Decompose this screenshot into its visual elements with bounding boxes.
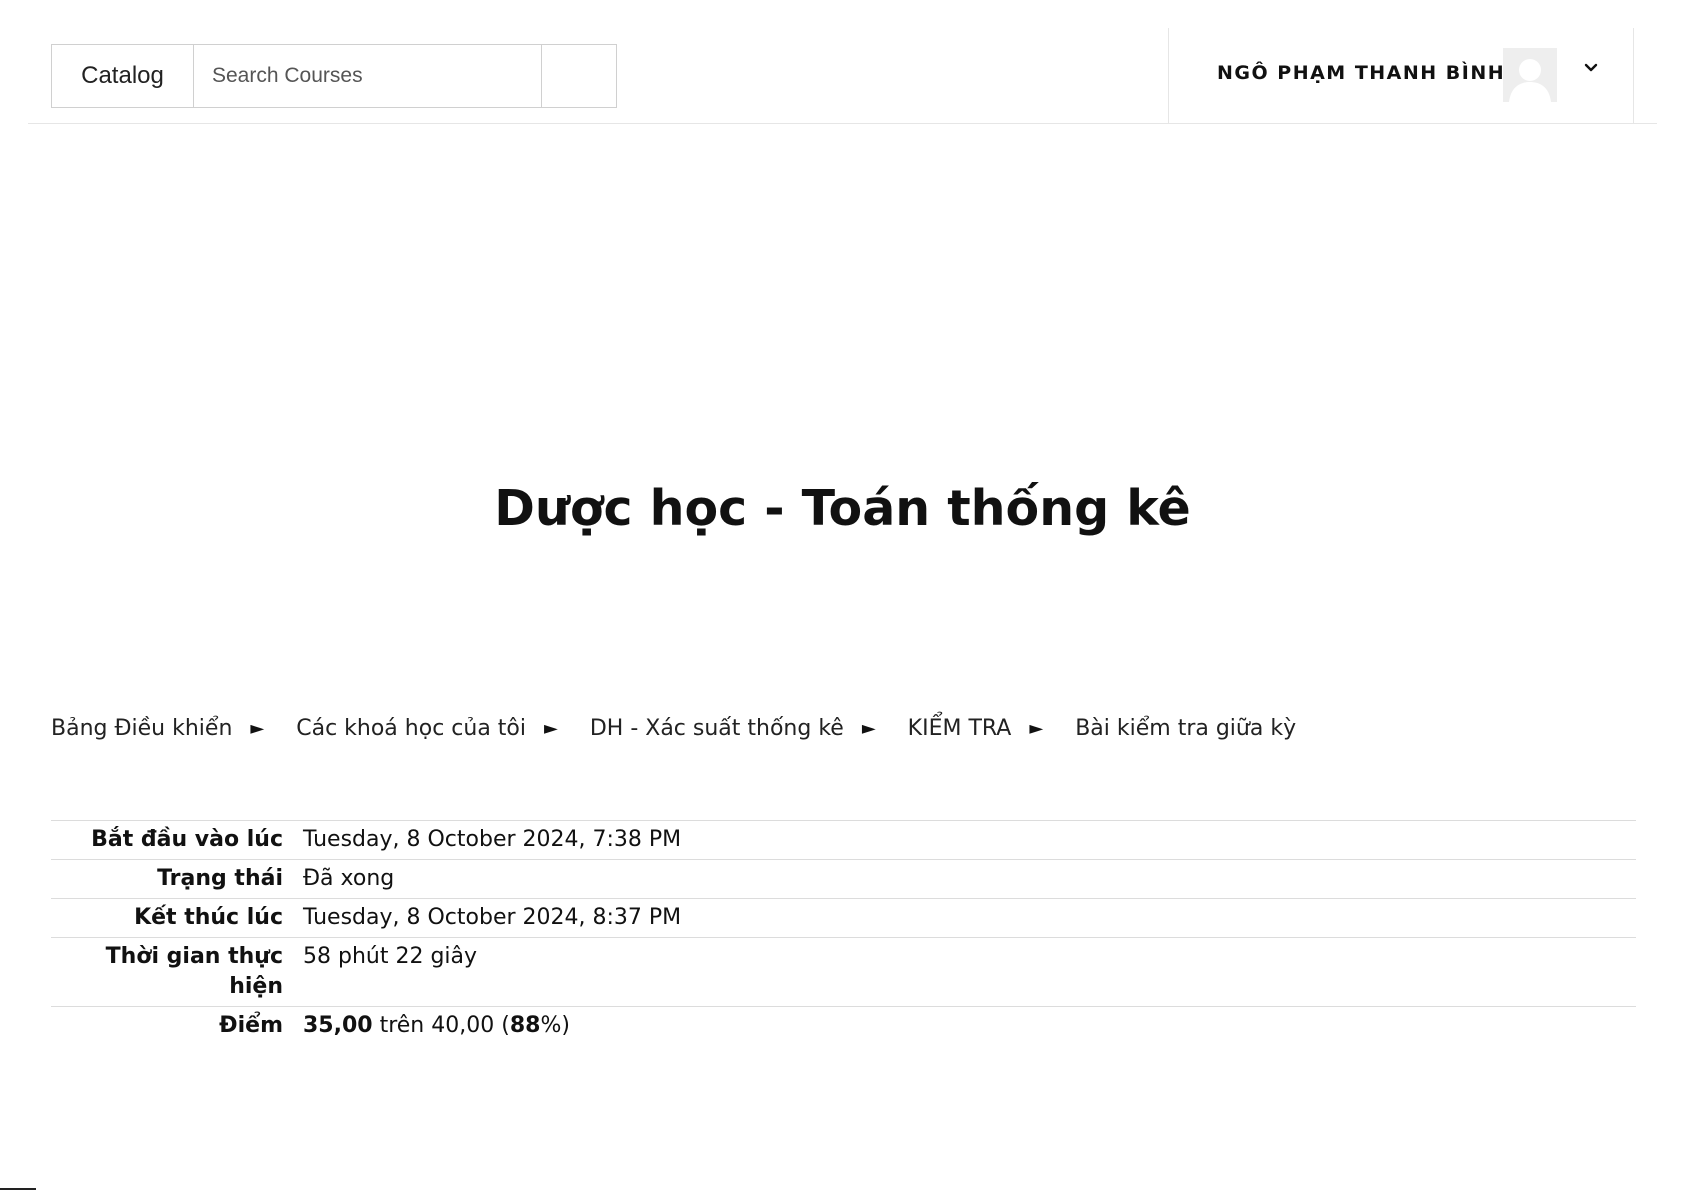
breadcrumb-course[interactable]: DH - Xác suất thống kê [590,716,844,741]
table-row: Thời gian thực hiện 58 phút 22 giây [51,937,1636,1007]
table-row: Trạng thái Đã xong [51,859,1636,899]
grade-score: 35,00 [303,1013,373,1038]
user-name: NGÔ PHẠM THANH BÌNH [1217,62,1506,84]
started-label: Bắt đầu vào lúc [91,827,283,852]
grade-total: trên 40,00 ( [372,1013,510,1038]
time-taken-label: Thời gian thực hiện [105,944,283,999]
time-taken-value: 58 phút 22 giây [303,944,478,969]
completed-value: Tuesday, 8 October 2024, 8:37 PM [303,905,682,930]
table-row: Bắt đầu vào lúc Tuesday, 8 October 2024,… [51,820,1636,860]
course-search-group: Catalog [51,44,617,108]
table-row: Kết thúc lúc Tuesday, 8 October 2024, 8:… [51,898,1636,938]
breadcrumb-section[interactable]: KIỂM TRA [908,716,1012,741]
breadcrumb-separator-icon: ► [250,718,265,739]
started-value: Tuesday, 8 October 2024, 7:38 PM [303,827,682,852]
completed-label: Kết thúc lúc [134,905,283,930]
breadcrumb: Bảng Điều khiển ► Các khoá học của tôi ►… [51,716,1296,741]
state-value: Đã xong [303,866,395,891]
breadcrumb-dashboard[interactable]: Bảng Điều khiển [51,716,232,741]
chevron-down-icon[interactable] [1581,58,1601,78]
catalog-button[interactable]: Catalog [52,45,194,107]
user-menu[interactable]: NGÔ PHẠM THANH BÌNH [1168,28,1634,123]
page-title: Dược học - Toán thống kê [494,480,1191,537]
avatar[interactable] [1503,48,1557,102]
search-submit-button[interactable] [542,45,616,107]
breadcrumb-my-courses[interactable]: Các khoá học của tôi [296,716,526,741]
table-row: Điểm 35,00 trên 40,00 (88%) [51,1006,1636,1046]
grade-value: 35,00 trên 40,00 (88%) [303,1007,1636,1046]
page-edge-divider [0,1188,36,1190]
grade-label: Điểm [219,1013,283,1038]
breadcrumb-separator-icon: ► [861,718,876,739]
breadcrumb-separator-icon: ► [544,718,558,739]
search-courses-input[interactable] [194,45,542,107]
state-label: Trạng thái [157,866,283,891]
attempt-summary-table: Bắt đầu vào lúc Tuesday, 8 October 2024,… [51,820,1636,1045]
grade-percent-suffix: %) [540,1013,570,1038]
grade-percent: 88 [509,1013,541,1038]
breadcrumb-separator-icon: ► [1029,718,1044,739]
top-header: Catalog NGÔ PHẠM THANH BÌNH [28,28,1657,124]
breadcrumb-quiz[interactable]: Bài kiểm tra giữa kỳ [1075,716,1296,741]
user-avatar-icon [1503,48,1557,102]
